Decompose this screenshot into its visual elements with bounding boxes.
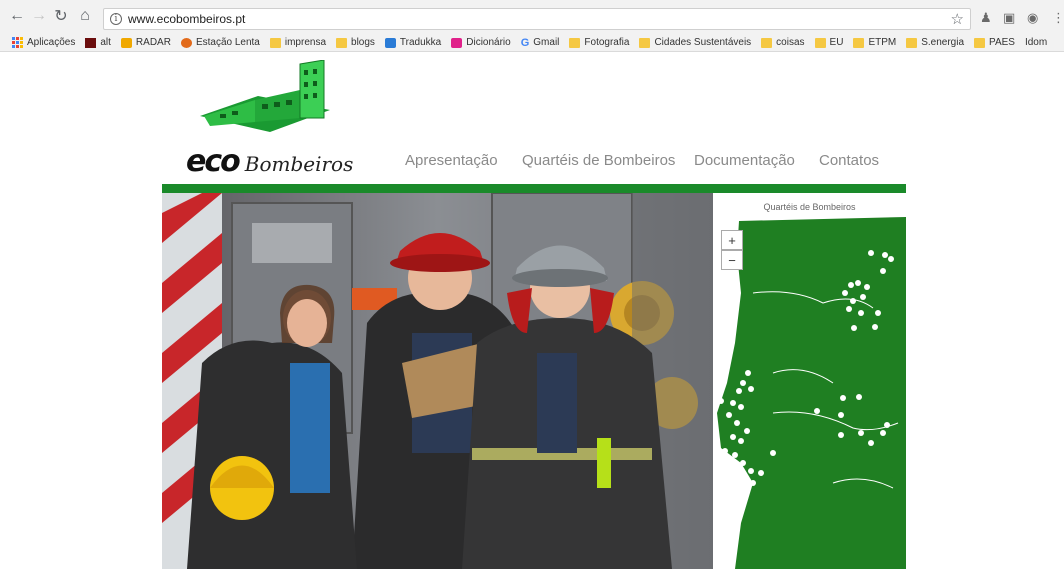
bookmark-label: blogs	[351, 37, 375, 48]
bookmark-item[interactable]: ETPM	[853, 37, 896, 48]
bookmark-item[interactable]: PAES	[974, 37, 1015, 48]
fire-stations-map[interactable]: Quartéis de Bombeiros + −	[713, 193, 906, 569]
info-icon[interactable]: i	[110, 13, 122, 25]
folder-icon	[336, 37, 348, 48]
folder-icon	[569, 37, 581, 48]
folder-icon	[269, 37, 281, 48]
nav-apresentacao[interactable]: Apresentação	[405, 152, 498, 169]
estacao-lenta-icon	[180, 37, 192, 48]
back-arrow-icon[interactable]: ←	[6, 5, 28, 27]
bookmark-item[interactable]: G Gmail	[521, 37, 560, 49]
bookmark-label: Gmail	[533, 37, 560, 48]
apps-icon	[12, 37, 23, 48]
nav-documentacao[interactable]: Documentação	[694, 152, 795, 169]
google-icon: G	[520, 36, 530, 49]
bookmark-label: Dicionário	[466, 37, 511, 48]
menu-kebab-icon[interactable]: ⋮	[1052, 10, 1064, 26]
bookmark-item[interactable]: coisas	[761, 37, 805, 48]
address-bar[interactable]: i www.ecobombeiros.pt ☆	[103, 8, 971, 30]
bookmark-item[interactable]: Estação Lenta	[180, 37, 260, 48]
folder-icon	[761, 37, 773, 48]
bookmark-item[interactable]: Idom	[1025, 37, 1047, 48]
bookmarks-bar: Aplicações alt RADAR Estação Lenta imprensa b…	[0, 34, 1064, 52]
hero-firefighters-image	[162, 193, 713, 569]
nav-quarteis-de-bombeiros[interactable]: Quartéis de Bombeiros	[522, 152, 675, 169]
map-zoom-in-button[interactable]: +	[721, 230, 743, 250]
bookmark-item[interactable]: Cidades Sustentáveis	[639, 37, 751, 48]
folder-icon	[639, 37, 651, 48]
extension-shield-icon[interactable]: ◉	[1027, 10, 1038, 26]
browser-toolbar: ← → ↻ ⌂ i www.ecobombeiros.pt ☆ ♟ ▣ ◉ ⋮	[0, 0, 1064, 34]
header-divider	[162, 184, 906, 193]
bookmark-label: Estação Lenta	[195, 37, 260, 48]
alt-site-icon	[85, 37, 97, 48]
bookmark-item[interactable]: Dicionário	[451, 37, 511, 48]
building-logo-icon	[200, 60, 330, 132]
bookmark-item[interactable]: blogs	[336, 37, 375, 48]
nav-contatos[interactable]: Contatos	[819, 152, 879, 169]
bookmark-label: Fotografia	[584, 37, 630, 48]
map-zoom-out-button[interactable]: −	[721, 250, 743, 270]
bookmark-item[interactable]: EU	[814, 37, 844, 48]
bookmark-label: S.energia	[921, 37, 965, 48]
address-url: www.ecobombeiros.pt	[128, 12, 246, 26]
reload-icon[interactable]: ↻	[50, 5, 72, 27]
folder-icon	[906, 37, 918, 48]
folder-icon	[814, 37, 826, 48]
bookmark-label: imprensa	[284, 37, 327, 48]
main-navigation: Apresentação Quartéis de Bombeiros Docum…	[0, 152, 1064, 172]
bookmark-star-icon[interactable]: ☆	[951, 10, 964, 28]
bookmark-label: ETPM	[868, 37, 897, 48]
bookmark-label: Cidades Sustentáveis	[654, 37, 752, 48]
bookmark-label: coisas	[776, 37, 805, 48]
bookmark-label: Aplicações	[27, 37, 76, 48]
forward-arrow-icon[interactable]: →	[28, 5, 50, 27]
bookmark-item[interactable]: alt	[85, 37, 111, 48]
tradukka-icon	[384, 37, 396, 48]
radar-icon	[120, 37, 132, 48]
bookmark-item[interactable]: imprensa	[269, 37, 327, 48]
bookmark-label: RADAR	[135, 37, 171, 48]
bookmark-label: EU	[829, 37, 844, 48]
folder-icon	[974, 37, 986, 48]
bookmark-item[interactable]: Fotografia	[569, 37, 629, 48]
bookmark-label: alt	[100, 37, 111, 48]
bookmark-label: PAES	[989, 37, 1015, 48]
bookmark-item[interactable]: Tradukka	[384, 37, 442, 48]
bookmark-label: Tradukka	[399, 37, 442, 48]
bookmark-item[interactable]: S.energia	[906, 37, 964, 48]
extension-person-icon[interactable]: ♟	[980, 10, 992, 26]
extension-cast-icon[interactable]: ▣	[1003, 10, 1015, 26]
bookmark-item[interactable]: Aplicações	[12, 37, 75, 48]
home-icon[interactable]: ⌂	[74, 5, 96, 27]
dicionario-icon	[451, 37, 463, 48]
bookmark-label: Idom	[1024, 37, 1048, 48]
bookmark-item[interactable]: RADAR	[120, 37, 171, 48]
folder-icon	[853, 37, 865, 48]
